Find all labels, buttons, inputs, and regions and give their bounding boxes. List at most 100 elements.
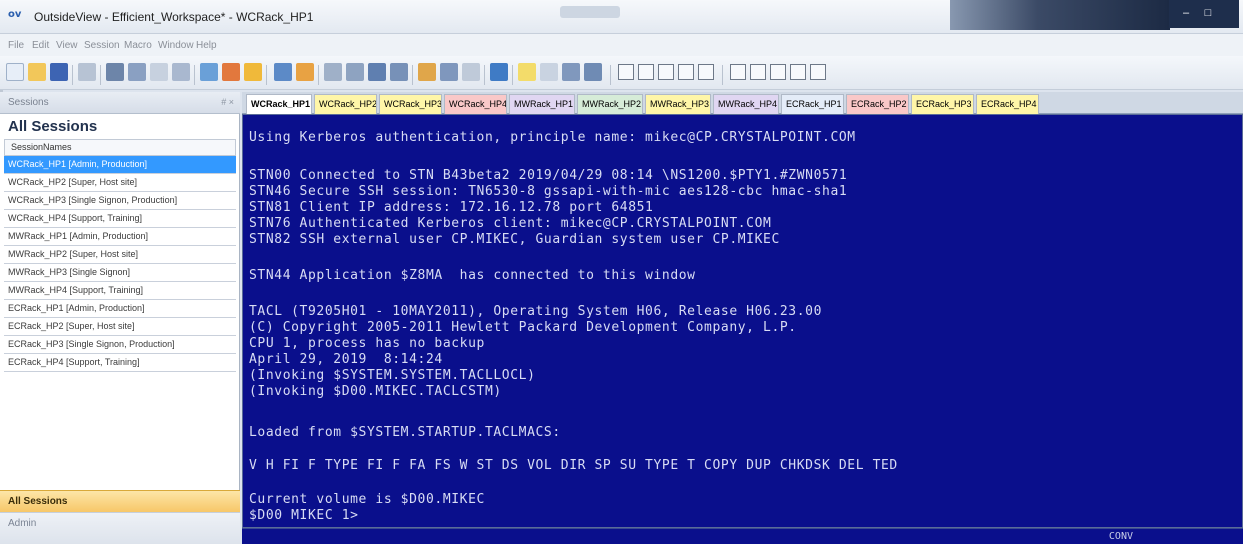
toolbar-separator (412, 65, 413, 85)
toolbar-separator (266, 65, 267, 85)
tab-label: MWRack_HP1 (514, 99, 574, 109)
panel-pin-close-icon[interactable]: # × (221, 97, 234, 107)
edit-icon[interactable] (244, 63, 262, 81)
macro-record-icon[interactable] (418, 63, 436, 81)
menu-edit[interactable]: Edit (32, 40, 49, 51)
session-names-column-header[interactable]: SessionNames (4, 139, 236, 156)
session-item[interactable]: WCRack_HP2 [Super, Host site] (4, 174, 236, 192)
tab-ecrack-hp1[interactable]: ECRack_HP1 (781, 94, 844, 114)
keyboard-icon[interactable] (462, 63, 480, 81)
all-sessions-group-label: All Sessions (8, 496, 68, 507)
tab-wcrack-hp4[interactable]: WCRack_HP4 (444, 94, 507, 114)
session-item[interactable]: ECRack_HP3 [Single Signon, Production] (4, 336, 236, 354)
maximize-icon[interactable]: □ (1199, 6, 1217, 20)
tab-label: WCRack_HP3 (384, 99, 442, 109)
function-key-f9-icon[interactable] (790, 64, 806, 80)
admin-group-button[interactable]: Admin (0, 512, 240, 544)
tab-label: WCRack_HP2 (319, 99, 377, 109)
session-item[interactable]: ECRack_HP2 [Super, Host site] (4, 318, 236, 336)
highlight-icon[interactable] (518, 63, 536, 81)
sessions-panel-header: Sessions # × (0, 92, 240, 114)
title-background-image (950, 0, 1170, 30)
terminal-prompt: $D00 MIKEC 1> (249, 508, 359, 523)
function-key-f4-icon[interactable] (678, 64, 694, 80)
session-item[interactable]: WCRack_HP1 [Admin, Production] (4, 156, 236, 174)
window-controls: – □ (1169, 0, 1239, 28)
terminal-line: Loaded from $SYSTEM.STARTUP.TACLMACS: (249, 425, 561, 440)
find-next-icon[interactable] (296, 63, 314, 81)
menu-view[interactable]: View (56, 40, 78, 51)
session-item[interactable]: MWRack_HP1 [Admin, Production] (4, 228, 236, 246)
function-key-f6-icon[interactable] (730, 64, 746, 80)
tab-ecrack-hp3[interactable]: ECRack_HP3 (911, 94, 974, 114)
tab-ecrack-hp4[interactable]: ECRack_HP4 (976, 94, 1039, 114)
tab-mwrack-hp4[interactable]: MWRack_HP4 (713, 94, 779, 114)
session-item[interactable]: ECRack_HP1 [Admin, Production] (4, 300, 236, 318)
help-icon[interactable] (490, 63, 508, 81)
tab-ecrack-hp2[interactable]: ECRack_HP2 (846, 94, 909, 114)
function-key-f8-icon[interactable] (770, 64, 786, 80)
menu-window[interactable]: Window (158, 40, 194, 51)
function-key-f1-icon[interactable] (618, 64, 634, 80)
layout-icon[interactable] (390, 63, 408, 81)
terminal-line: (C) Copyright 2005-2011 Hewlett Packard … (249, 320, 797, 335)
disconnect-icon[interactable] (222, 63, 240, 81)
terminal-line: STN81 Client IP address: 172.16.12.78 po… (249, 200, 654, 215)
function-key-f3-icon[interactable] (658, 64, 674, 80)
terminal-screen[interactable]: Using Kerberos authentication, principle… (242, 114, 1243, 528)
function-key-f2-icon[interactable] (638, 64, 654, 80)
terminal-line: TACL (T9205H01 - 10MAY2011), Operating S… (249, 304, 823, 319)
copy-icon[interactable] (128, 63, 146, 81)
tab-mwrack-hp2[interactable]: MWRack_HP2 (577, 94, 643, 114)
menu-file[interactable]: File (8, 40, 24, 51)
terminal-line: V H FI F TYPE FI F FA FS W ST DS VOL DIR… (249, 458, 898, 473)
minimize-icon[interactable]: – (1177, 6, 1195, 20)
tab-wcrack-hp2[interactable]: WCRack_HP2 (314, 94, 377, 114)
session-item[interactable]: MWRack_HP2 [Super, Host site] (4, 246, 236, 264)
function-key-f7-icon[interactable] (750, 64, 766, 80)
tab-wcrack-hp1[interactable]: WCRack_HP1× (246, 94, 312, 114)
settings-icon[interactable] (584, 63, 602, 81)
session-tabs: WCRack_HP1× WCRack_HP2 WCRack_HP3 WCRack… (242, 92, 1243, 114)
transfer-icon[interactable] (540, 63, 558, 81)
open-folder-icon[interactable] (28, 63, 46, 81)
menu-help[interactable]: Help (196, 40, 217, 51)
cascade-icon[interactable] (346, 63, 364, 81)
find-icon[interactable] (274, 63, 292, 81)
cut-icon[interactable] (106, 63, 124, 81)
tile-icon[interactable] (324, 63, 342, 81)
terminal-line: STN76 Authenticated Kerberos client: mik… (249, 216, 772, 231)
session-item[interactable]: MWRack_HP4 [Support, Training] (4, 282, 236, 300)
all-sessions-heading: All Sessions (8, 118, 98, 135)
print-icon[interactable] (78, 63, 96, 81)
menu-session[interactable]: Session (84, 40, 120, 51)
menu-bar: File Edit View Session Macro Window Help (0, 34, 1243, 56)
save-icon[interactable] (50, 63, 68, 81)
all-sessions-group-button[interactable]: All Sessions (0, 490, 240, 512)
tab-mwrack-hp1[interactable]: MWRack_HP1 (509, 94, 575, 114)
clipboard-icon[interactable] (172, 63, 190, 81)
tab-label: MWRack_HP3 (650, 99, 710, 109)
function-key-f10-icon[interactable] (810, 64, 826, 80)
toolbar-separator (722, 65, 723, 85)
app-window: ov OutsideView - Efficient_Workspace* - … (0, 0, 1243, 544)
new-icon[interactable] (6, 63, 24, 81)
toolbar-separator (100, 65, 101, 85)
tab-mwrack-hp3[interactable]: MWRack_HP3 (645, 94, 711, 114)
tab-wcrack-hp3[interactable]: WCRack_HP3 (379, 94, 442, 114)
session-item[interactable]: WCRack_HP4 [Support, Training] (4, 210, 236, 228)
macro-play-icon[interactable] (440, 63, 458, 81)
function-key-f5-icon[interactable] (698, 64, 714, 80)
paste-icon[interactable] (150, 63, 168, 81)
terminal-line: STN46 Secure SSH session: TN6530-8 gssap… (249, 184, 848, 199)
session-item[interactable]: ECRack_HP4 [Support, Training] (4, 354, 236, 372)
toolbar-separator (512, 65, 513, 85)
terminal-status-bar: CONV (242, 528, 1243, 544)
session-item[interactable]: MWRack_HP3 [Single Signon] (4, 264, 236, 282)
connect-icon[interactable] (200, 63, 218, 81)
session-icon[interactable] (562, 63, 580, 81)
session-item[interactable]: WCRack_HP3 [Single Signon, Production] (4, 192, 236, 210)
menu-macro[interactable]: Macro (124, 40, 152, 51)
window-icon[interactable] (368, 63, 386, 81)
title-bar: ov OutsideView - Efficient_Workspace* - … (0, 0, 1243, 34)
